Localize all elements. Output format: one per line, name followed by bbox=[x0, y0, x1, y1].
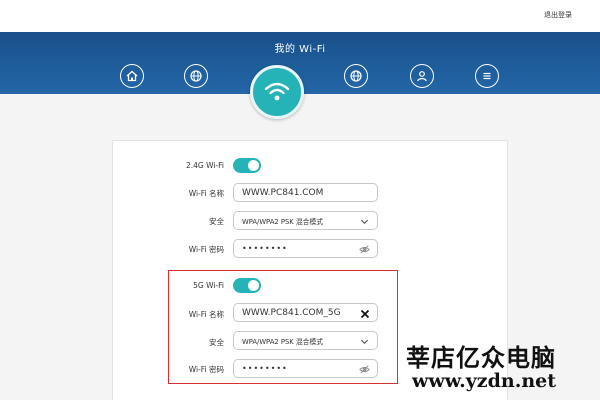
wifi24-security-label: 安全 bbox=[209, 217, 224, 226]
chevron-down-icon bbox=[359, 336, 370, 347]
wifi5-toggle[interactable] bbox=[233, 278, 261, 293]
wifi5-security-select[interactable]: WPA/WPA2 PSK 混合模式 bbox=[233, 331, 378, 350]
wifi24-name-input[interactable]: WWW.PC841.COM bbox=[233, 183, 378, 202]
eye-hidden-icon[interactable] bbox=[359, 244, 370, 255]
wifi24-password-input[interactable]: •••••••• bbox=[233, 239, 378, 258]
wifi5-security-label: 安全 bbox=[209, 338, 224, 347]
globe-speed-icon[interactable] bbox=[344, 64, 368, 88]
wifi-icon[interactable] bbox=[250, 65, 304, 119]
wifi5-name-label: Wi-Fi 名称 bbox=[188, 310, 224, 319]
clear-icon[interactable] bbox=[359, 308, 370, 319]
chevron-down-icon bbox=[359, 216, 370, 227]
toggle-knob bbox=[248, 280, 259, 291]
wifi5-name-value: WWW.PC841.COM_5G bbox=[242, 307, 341, 318]
wifi5-password-value: •••••••• bbox=[242, 364, 288, 373]
wifi24-toggle-label: 2.4G Wi-Fi bbox=[185, 161, 224, 170]
user-icon[interactable] bbox=[410, 64, 434, 88]
eye-hidden-icon[interactable] bbox=[359, 364, 370, 375]
wifi5-security-value: WPA/WPA2 PSK 混合模式 bbox=[242, 337, 324, 346]
wifi24-password-label: Wi-Fi 密码 bbox=[188, 245, 224, 254]
wifi24-security-value: WPA/WPA2 PSK 混合模式 bbox=[242, 217, 324, 226]
logout-link[interactable]: 退出登录 bbox=[544, 10, 572, 20]
wifi5-password-input[interactable]: •••••••• bbox=[233, 359, 378, 378]
wifi5-name-input[interactable]: WWW.PC841.COM_5G bbox=[233, 303, 378, 322]
wifi24-name-value: WWW.PC841.COM bbox=[242, 187, 324, 198]
home-icon[interactable] bbox=[120, 64, 144, 88]
watermark-text: 莘店亿众电脑 bbox=[406, 343, 556, 372]
wifi24-password-value: •••••••• bbox=[242, 244, 288, 253]
toggle-knob bbox=[248, 160, 259, 171]
wifi5-password-label: Wi-Fi 密码 bbox=[188, 365, 224, 374]
watermark-url: www.yzdn.net bbox=[412, 370, 556, 392]
page-title: 我的 Wi-Fi bbox=[274, 44, 326, 55]
globe-icon[interactable] bbox=[184, 64, 208, 88]
wifi24-name-label: Wi-Fi 名称 bbox=[188, 189, 224, 198]
wifi5-toggle-label: 5G Wi-Fi bbox=[193, 281, 224, 290]
wifi24-security-select[interactable]: WPA/WPA2 PSK 混合模式 bbox=[233, 211, 378, 230]
top-bar: 退出登录 bbox=[0, 0, 600, 32]
menu-icon[interactable] bbox=[475, 64, 499, 88]
wifi24-toggle[interactable] bbox=[233, 158, 261, 173]
